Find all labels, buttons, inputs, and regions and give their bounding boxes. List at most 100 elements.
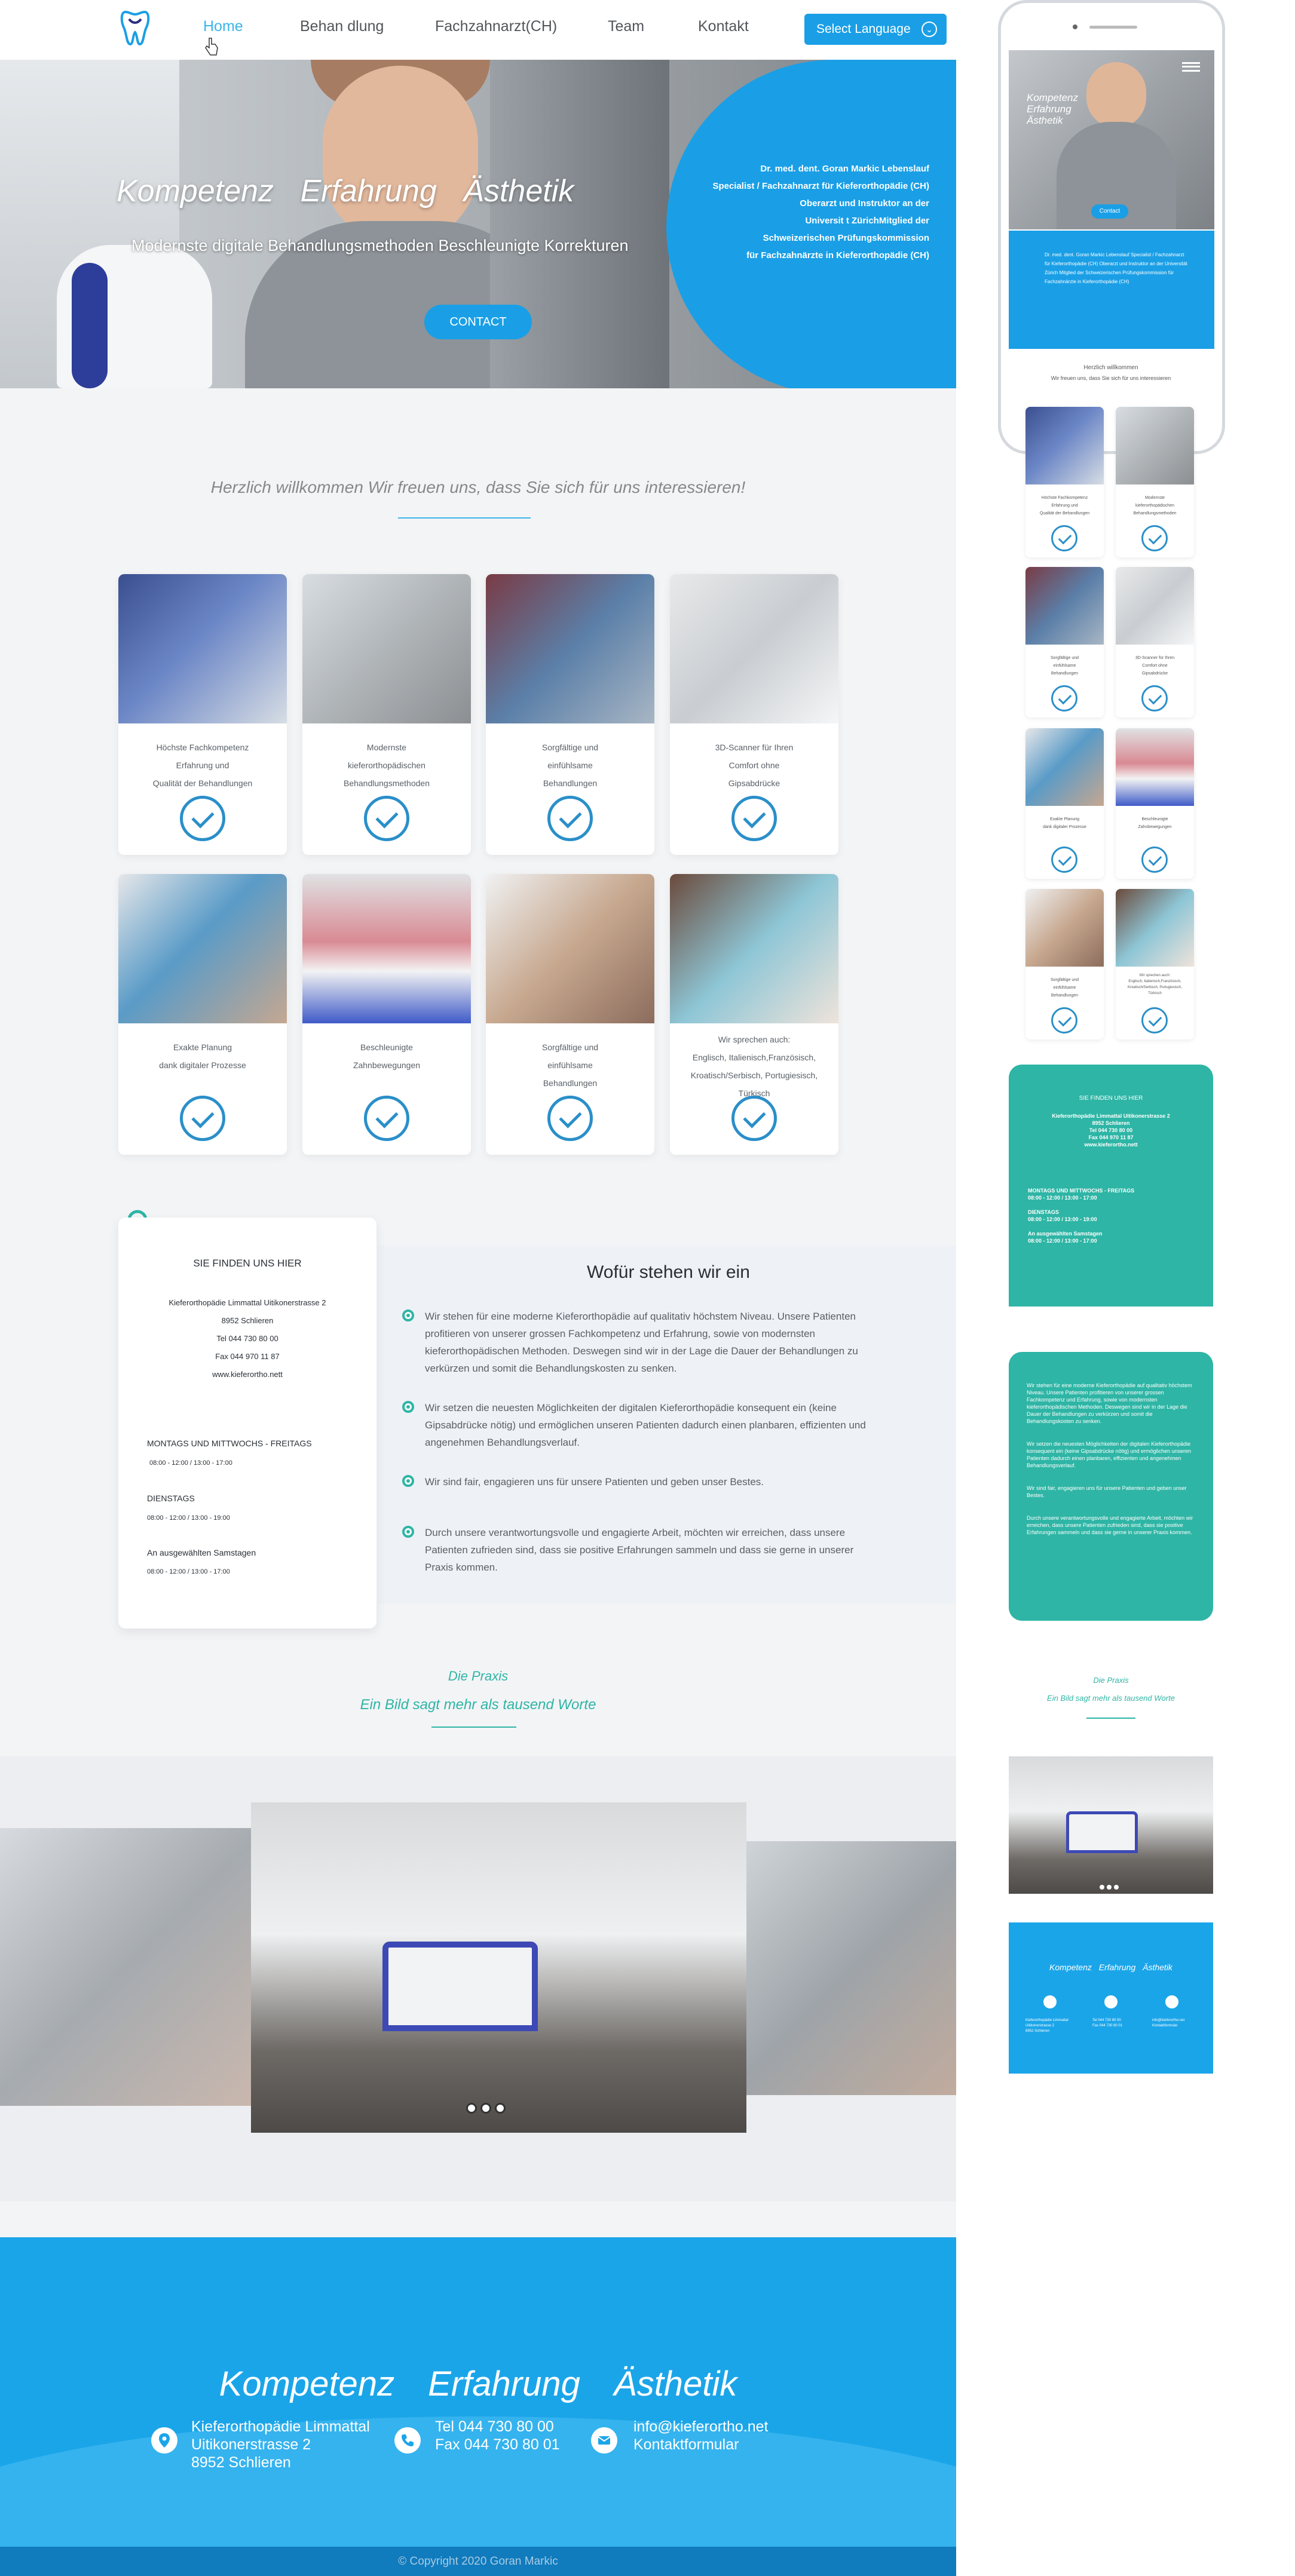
check-icon [180, 796, 225, 841]
mobile-service-image [1116, 407, 1194, 484]
mobile-values-card: Wir stehen für eine moderne Kieferorthop… [1009, 1352, 1213, 1621]
mobile-service-card[interactable]: Beschleunigte Zahnbewegungen [1116, 728, 1194, 879]
check-icon [180, 1096, 225, 1141]
mobile-service-card[interactable]: Höchste Fachkompetenz Erfahrung und Qualit… [1025, 407, 1104, 557]
hours-label: An ausgewählten Samstagen [147, 1548, 256, 1557]
check-icon [1141, 1007, 1168, 1034]
nav-home[interactable]: Home [203, 18, 243, 35]
mobile-service-image [1025, 728, 1104, 806]
mobile-service-image [1025, 567, 1104, 645]
service-image [302, 574, 471, 723]
service-image [118, 874, 287, 1023]
check-icon [547, 1096, 593, 1141]
mobile-service-card[interactable]: Sorgfältige und einfühlsame Behandlungen [1025, 889, 1104, 1039]
phone-speaker [1089, 26, 1137, 29]
service-image [486, 574, 654, 723]
footer-email[interactable]: info@kieferortho.net Kontaktformular [633, 2418, 769, 2454]
nav-fachzahnarzt[interactable]: Fachzahnarzt(CH) [435, 18, 557, 35]
mobile-slider-dot-1[interactable] [1100, 1885, 1104, 1890]
mobile-praxis-title: Die Praxis [1093, 1676, 1129, 1685]
check-icon [1051, 1007, 1077, 1034]
footer: Kompetenz Erfahrung Ästhetik Kieferortho… [0, 2237, 956, 2576]
nav-team[interactable]: Team [608, 18, 644, 35]
service-image [486, 874, 654, 1023]
mobile-slider-dot-3[interactable] [1114, 1885, 1119, 1890]
nav-behandlung[interactable]: Behan dlung [300, 18, 384, 35]
service-card[interactable]: Sorgfältige und einfühlsame Behandlungen [486, 874, 654, 1155]
mobile-screen: Kompetenz Erfahrung Ästhetik Contact Dr. m… [1009, 50, 1214, 349]
cv-line: für Fachzahnärzte in Kieferorthopädie (C… [746, 250, 929, 260]
hours-time: 08:00 - 12:00 / 13:00 - 17:00 [147, 1568, 230, 1575]
desktop-page: Home Behan dlung Fachzahnarzt(CH) Team K… [0, 0, 956, 2576]
cv-line: Schweizerischen Prüfungskommission [763, 233, 929, 243]
slider-dot-2[interactable] [480, 2103, 491, 2114]
gallery-slide-next[interactable] [746, 1841, 956, 2095]
mail-icon [591, 2427, 617, 2454]
tooth-logo-icon[interactable] [120, 8, 151, 47]
mobile-values-text: Wir stehen für eine moderne Kieferorthop… [1027, 1382, 1193, 1535]
cv-line: Specialist / Fachzahnarzt für Kieferorth… [712, 181, 929, 191]
hero-subtitle: Modernste digitale Behandlungsmethoden B… [131, 237, 629, 254]
mobile-hero-title: Kompetenz Erfahrung Ästhetik [1027, 92, 1078, 126]
mobile-footer: Kompetenz Erfahrung Ästhetik Kieferortho… [1009, 1922, 1213, 2074]
chevron-down-icon: ⌄ [921, 22, 937, 37]
footer-phone[interactable]: Tel 044 730 80 00 Fax 044 730 80 01 [435, 2418, 560, 2454]
cv-line: Dr. med. dent. Goran Markic Lebenslauf [760, 164, 929, 174]
mobile-find-lines: Kieferorthopädie Limmattal Uitikonerstra… [1052, 1113, 1170, 1148]
mobile-service-image [1116, 728, 1194, 806]
mobile-service-image [1116, 567, 1194, 645]
mobile-hours: MONTAGS UND MITTWOCHS - FREITAGS 08:00 - … [1028, 1188, 1135, 1244]
top-navigation: Home Behan dlung Fachzahnarzt(CH) Team K… [0, 0, 956, 60]
mobile-menu-icon[interactable] [1182, 62, 1200, 72]
mobile-service-text: Höchste Fachkompetenz Erfahrung und Qualit… [1039, 496, 1090, 516]
slider-dot-1[interactable] [466, 2103, 477, 2114]
doctor-portrait-face [323, 66, 478, 245]
service-card[interactable]: Höchste Fachkompetenz Erfahrung und Qualit… [118, 574, 287, 855]
mobile-service-card[interactable]: Sorgfältige und einfühlsame Behandlungen [1025, 567, 1104, 717]
service-card[interactable]: 3D-Scanner für Ihren Comfort ohne Gipsabdr… [670, 574, 838, 855]
mobile-praxis-sub: Ein Bild sagt mehr als tausend Worte [1047, 1694, 1175, 1703]
welcome-text: Herzlich willkommen Wir freuen uns, dass… [210, 478, 746, 496]
service-text: Sorgfältige und einfühlsame Behandlungen [541, 743, 599, 788]
copyright: © Copyright 2020 Goran Markic [0, 2547, 956, 2576]
mobile-slider-dot-2[interactable] [1107, 1885, 1112, 1890]
mobile-service-image [1025, 889, 1104, 967]
mobile-welcome-title: Herzlich willkommen [1083, 364, 1138, 371]
mobile-find-heading: SIE FINDEN UNS HIER [1079, 1095, 1143, 1102]
service-card[interactable]: Beschleunigte Zahnbewegungen [302, 874, 471, 1155]
hours-time: 08:00 - 12:00 / 13:00 - 19:00 [147, 1514, 230, 1522]
mobile-service-card[interactable]: Modernste kieferorthopädischen Behandlungs… [1116, 407, 1194, 557]
mobile-service-image [1116, 889, 1194, 967]
select-language-button[interactable]: Select Language ⌄ [804, 14, 947, 45]
service-card[interactable]: Exakte Planung dank digitaler Prozesse [118, 874, 287, 1155]
mobile-service-card[interactable]: 3D-Scanner für Ihren Comfort ohne Gipsabdr… [1116, 567, 1194, 717]
service-card[interactable]: Modernste kieferorthopädischen Behandlungs… [302, 574, 471, 855]
mobile-reception-desk [1066, 1811, 1138, 1853]
mobile-service-card[interactable]: Exakte Planung dank digitaler Prozesse [1025, 728, 1104, 879]
hours-label: DIENSTAGS [147, 1494, 195, 1503]
service-image [670, 574, 838, 723]
phone-icon [394, 2427, 421, 2454]
check-icon [364, 796, 409, 841]
footer-slogan: Kompetenz Erfahrung Ästhetik [219, 2365, 737, 2403]
mobile-map-pin-icon [1043, 1995, 1057, 2008]
service-text: Wir sprechen auch: Englisch, Italienisch,… [690, 1035, 818, 1098]
hero-contact-button[interactable]: CONTACT [424, 305, 532, 339]
select-language-label: Select Language [816, 22, 911, 36]
praxis-title: Die Praxis [448, 1669, 509, 1683]
slider-dot-3[interactable] [495, 2103, 506, 2114]
service-card[interactable]: Wir sprechen auch: Englisch, Italienisch,… [670, 874, 838, 1155]
check-icon [1141, 685, 1168, 712]
service-text: Beschleunigte Zahnbewegungen [353, 1042, 421, 1070]
info-address: Kieferorthopädie Limmattal Uitikonerstra… [169, 1298, 326, 1379]
mobile-service-text: Wir sprechen auch: Englisch, Italienisch,… [1127, 974, 1183, 995]
nav-kontakt[interactable]: Kontakt [698, 18, 749, 35]
check-icon [547, 796, 593, 841]
service-image [302, 874, 471, 1023]
gallery-slide-prev[interactable] [0, 1828, 251, 2106]
mobile-contact-button[interactable]: Contact [1091, 204, 1128, 219]
bullet-icon [402, 1310, 414, 1321]
service-image [670, 874, 838, 1023]
mobile-service-card[interactable]: Wir sprechen auch: Englisch, Italienisch,… [1116, 889, 1194, 1039]
service-card[interactable]: Sorgfältige und einfühlsame Behandlungen [486, 574, 654, 855]
